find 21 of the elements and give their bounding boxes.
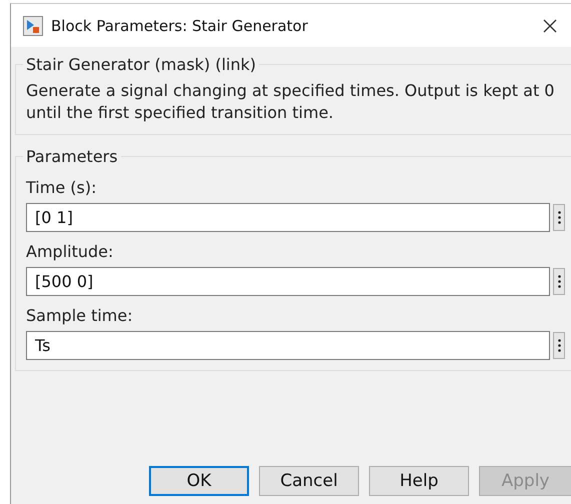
- field-label: Time (s):: [26, 178, 98, 197]
- vertical-ellipsis-icon: [558, 339, 560, 352]
- field-label: Sample time:: [26, 306, 134, 325]
- close-icon: [542, 18, 558, 34]
- input-field[interactable]: [500 0]: [26, 267, 550, 296]
- more-button[interactable]: [553, 204, 565, 231]
- window-title: Block Parameters: Stair Generator: [51, 16, 309, 34]
- input-field[interactable]: [0 1]: [26, 203, 550, 232]
- input-field[interactable]: Ts: [26, 331, 550, 360]
- vertical-ellipsis-icon: [558, 211, 560, 224]
- group-legend: Parameters: [23, 147, 121, 166]
- more-button[interactable]: [553, 332, 565, 359]
- dialog-button[interactable]: Help: [369, 466, 469, 496]
- app-icon: [23, 16, 43, 36]
- vertical-ellipsis-icon: [558, 275, 560, 288]
- field-label: Amplitude:: [26, 242, 114, 261]
- group-legend: Stair Generator (mask) (link): [23, 55, 260, 74]
- dialog-button[interactable]: OK: [149, 466, 249, 496]
- more-button[interactable]: [553, 268, 565, 295]
- dialog-button[interactable]: Cancel: [259, 466, 359, 496]
- block-description: Generate a signal changing at specified times. Output is kept at 0 until the first specified transition time.: [26, 80, 556, 124]
